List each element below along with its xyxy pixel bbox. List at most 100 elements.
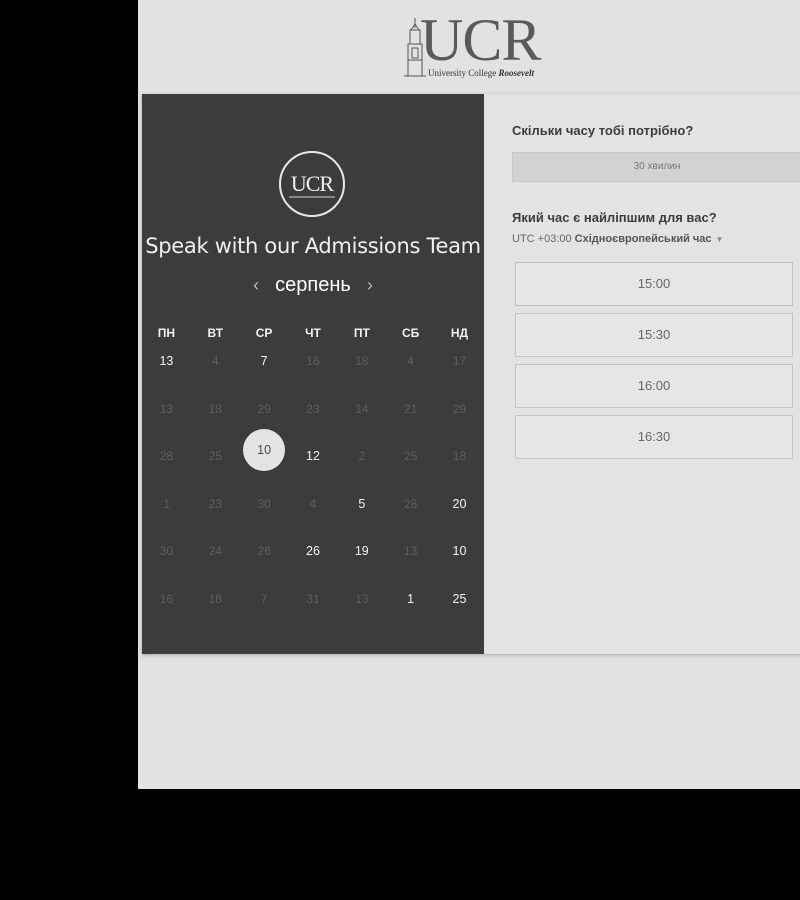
calendar-day[interactable]: 10 — [435, 544, 484, 592]
chevron-right-icon[interactable]: › — [367, 275, 373, 296]
calendar-week-row: 13 4 7 16 18 4 17 — [142, 354, 484, 402]
calendar-day[interactable]: 13 — [142, 354, 191, 402]
day-number: 4 — [211, 354, 219, 368]
day-number: 18 — [208, 401, 222, 416]
day-number: 18 — [208, 591, 222, 606]
day-number: 14 — [355, 401, 369, 416]
calendar-day[interactable]: 1 — [386, 592, 435, 640]
duration-select[interactable]: 30 хвилин — [512, 152, 800, 182]
day-number: 26 — [257, 544, 271, 558]
calendar-week-row: 30 24 26 26 19 13 10 — [142, 544, 484, 592]
day-number: 10 — [452, 544, 467, 558]
calendar-day: 23 — [289, 402, 338, 450]
time-slot-list: 15:00 15:30 16:00 16:30 — [515, 262, 793, 466]
calendar-day: 25 — [386, 449, 435, 497]
calendar-week-row: 13 18 29 23 14 21 29 — [142, 402, 484, 450]
calendar-day: 2 — [337, 449, 386, 497]
day-number: 28 — [403, 496, 418, 511]
calendar-day[interactable]: 5 — [337, 497, 386, 545]
day-number: 26 — [306, 544, 320, 558]
booking-panel: Скільки часу тобі потрібно? 30 хвилин Як… — [484, 94, 800, 654]
calendar-day: 28 — [386, 497, 435, 545]
calendar-panel: UCR Speak with our Admissions Team ‹ сер… — [142, 94, 484, 654]
day-number: 23 — [208, 496, 222, 511]
calendar-day[interactable]: 19 — [337, 544, 386, 592]
weekday-label: СР — [255, 326, 273, 340]
weekday-header: ПН ВТ СР ЧТ ПТ СБ НД — [142, 326, 484, 340]
day-number: 5 — [358, 496, 366, 511]
calendar-day: 14 — [337, 402, 386, 450]
calendar-day[interactable]: 25 — [435, 592, 484, 640]
day-number: 30 — [159, 544, 174, 558]
day-number: 13 — [159, 354, 174, 368]
ucr-logo: UCR University College Roosevelt — [404, 7, 564, 82]
day-number: 18 — [355, 354, 369, 368]
day-number: 13 — [159, 401, 174, 416]
logo-subtitle: University College Roosevelt — [428, 68, 534, 78]
calendar-day: 17 — [435, 354, 484, 402]
calendar-day: 18 — [191, 402, 240, 450]
day-number: 1 — [407, 591, 415, 606]
calendar-grid: 13 4 7 16 18 4 17 13 18 29 23 14 21 29 28 25 10 12 2 25 18 1 2… — [142, 354, 484, 639]
day-number: 20 — [452, 496, 467, 511]
calendar-day: 23 — [191, 497, 240, 545]
day-number: 4 — [309, 496, 317, 511]
day-number: 17 — [452, 354, 467, 368]
calendar-day: 26 — [240, 544, 289, 592]
page: UCR University College Roosevelt UCR Spe… — [138, 0, 800, 789]
time-slot-button[interactable]: 15:30 — [515, 313, 793, 357]
logo-wordmark: UCR — [420, 7, 541, 73]
time-slot-button[interactable]: 15:00 — [515, 262, 793, 306]
calendar-day: 13 — [337, 592, 386, 640]
calendar-day: 4 — [386, 354, 435, 402]
day-number: 16 — [306, 354, 320, 368]
day-number: 29 — [452, 401, 467, 416]
calendar-day: 18 — [191, 592, 240, 640]
circle-logo-underline — [289, 196, 335, 198]
day-number: 19 — [354, 544, 369, 558]
duration-question: Скільки часу тобі потрібно? — [512, 123, 694, 138]
day-number: 30 — [257, 496, 271, 511]
day-number: 18 — [452, 449, 467, 463]
calendar-day: 4 — [289, 497, 338, 545]
day-number: 25 — [403, 449, 418, 463]
calendar-day[interactable]: 20 — [435, 497, 484, 545]
calendar-week-row: 16 18 7 31 13 1 25 — [142, 592, 484, 640]
calendar-day: 31 — [289, 592, 338, 640]
calendar-day: 7 — [240, 592, 289, 640]
calendar-day: 16 — [289, 354, 338, 402]
day-number: 1 — [163, 496, 170, 511]
calendar-day[interactable]: 7 — [240, 354, 289, 402]
calendar-day: 25 — [191, 449, 240, 497]
day-number: 13 — [403, 544, 418, 558]
calendar-day: 29 — [435, 402, 484, 450]
calendar-week-row: 28 25 10 12 2 25 18 — [142, 429, 484, 497]
day-number: 7 — [260, 354, 268, 368]
calendar-day: 1 — [142, 497, 191, 545]
timezone-selector[interactable]: UTC +03:00 Східноєвропейський час ▼ — [512, 233, 723, 245]
calendar-day: 28 — [142, 449, 191, 497]
calendar-day: 30 — [142, 544, 191, 592]
scheduler-card: UCR Speak with our Admissions Team ‹ сер… — [142, 94, 800, 654]
day-number: 2 — [358, 449, 366, 463]
calendar-day: 24 — [191, 544, 240, 592]
calendar-day[interactable]: 12 — [289, 449, 338, 497]
page-title: Speak with our Admissions Team — [145, 234, 481, 258]
weekday-label: ВТ — [207, 326, 224, 340]
time-slot-button[interactable]: 16:00 — [515, 364, 793, 408]
day-number: 7 — [260, 591, 268, 606]
weekday-label: СБ — [401, 326, 420, 340]
selected-day[interactable]: 10 — [240, 429, 289, 497]
calendar-day[interactable]: 26 — [289, 544, 338, 592]
day-number: 29 — [257, 401, 271, 416]
calendar-day: 4 — [191, 354, 240, 402]
time-slot-button[interactable]: 16:30 — [515, 415, 793, 459]
calendar-day: 21 — [386, 402, 435, 450]
calendar-day: 13 — [142, 402, 191, 450]
circle-logo: UCR — [279, 151, 345, 217]
calendar-week-row: 1 23 30 4 5 28 20 — [142, 497, 484, 545]
chevron-left-icon[interactable]: ‹ — [253, 275, 259, 296]
calendar-day: 18 — [337, 354, 386, 402]
day-number: 31 — [306, 591, 320, 606]
weekday-label: ЧТ — [305, 326, 321, 340]
